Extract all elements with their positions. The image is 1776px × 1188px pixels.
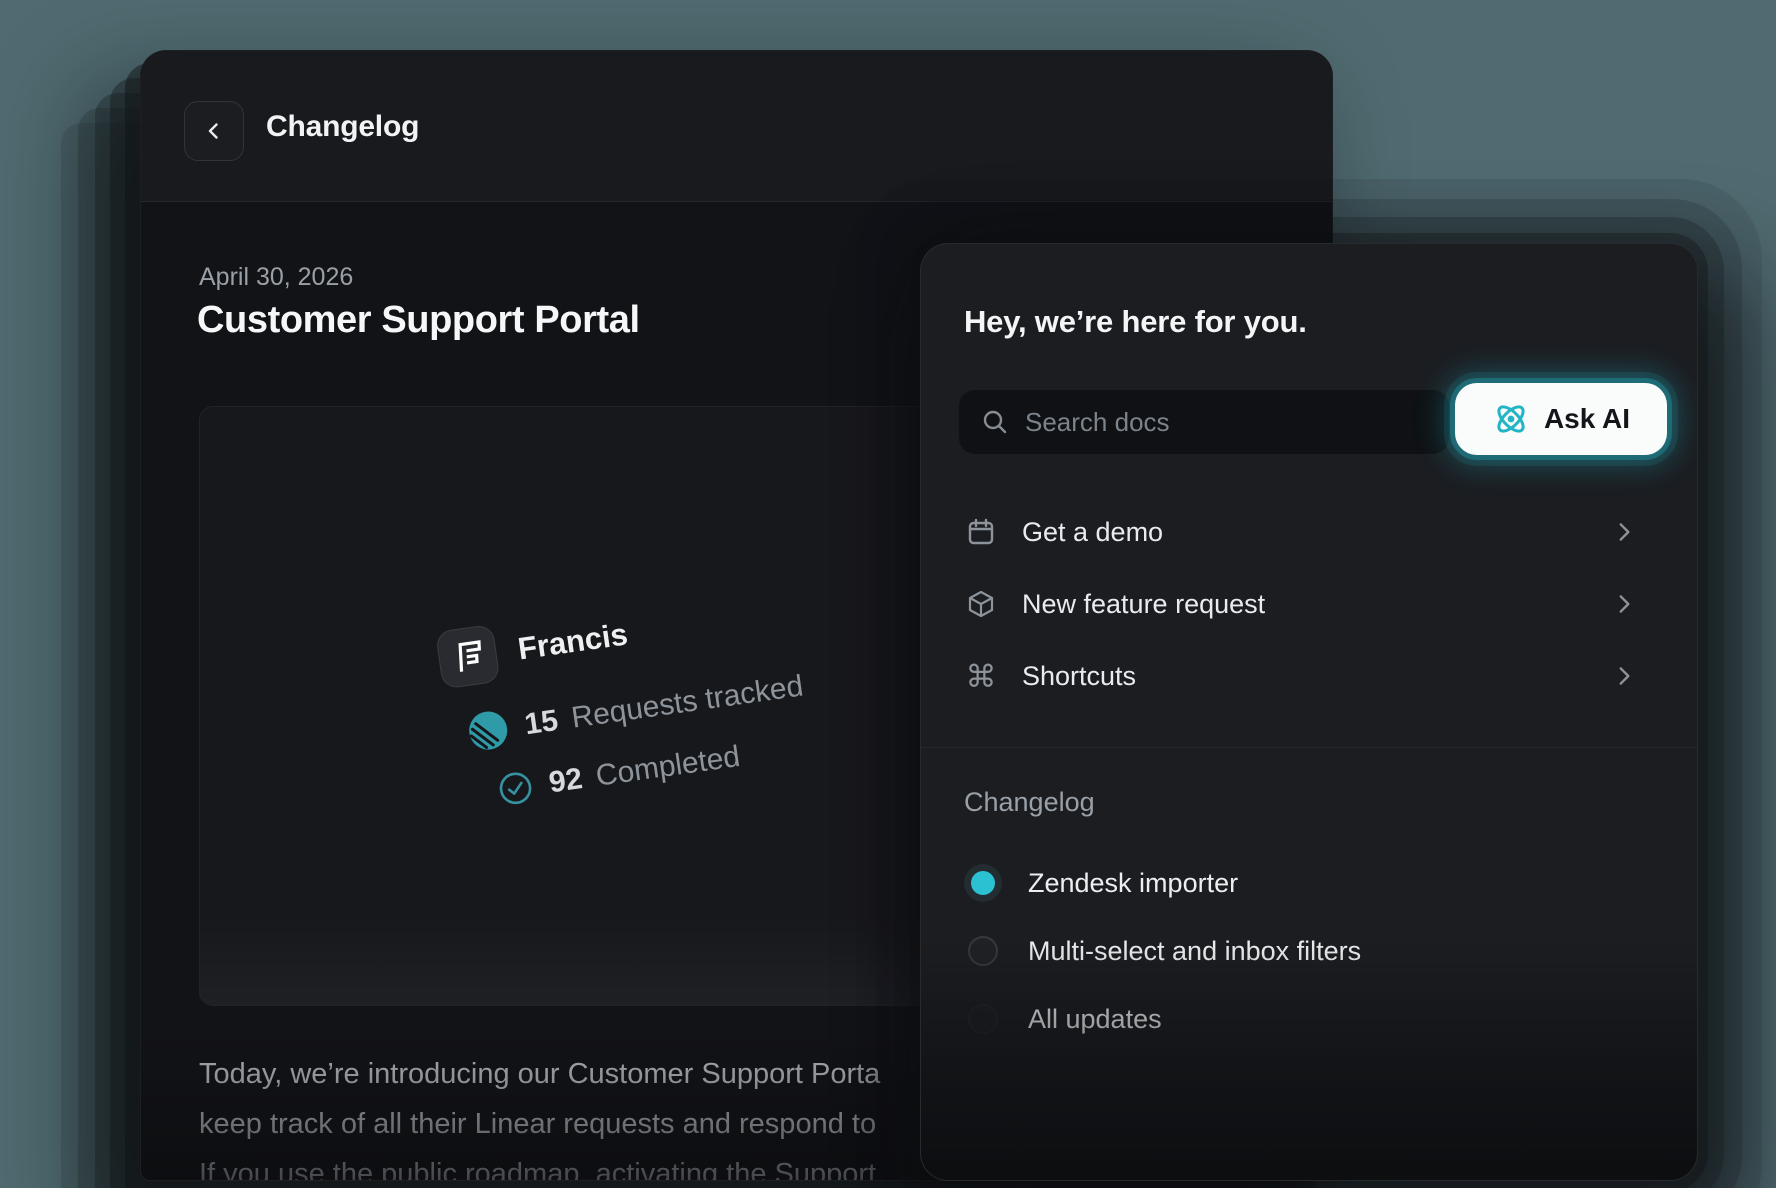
help-panel: Hey, we’re here for you. Ask AI <box>920 243 1698 1181</box>
entry-date: April 30, 2026 <box>199 263 353 292</box>
chevron-right-icon <box>1611 591 1637 617</box>
brand-name: Francis <box>516 616 630 667</box>
changelog-item-label: All updates <box>1028 1004 1162 1035</box>
search-icon <box>981 408 1009 436</box>
stat-value: 15 <box>523 704 561 742</box>
check-circle-icon <box>495 768 536 809</box>
francis-f-icon <box>435 624 501 690</box>
chevron-right-icon <box>1611 519 1637 545</box>
entry-title: Customer Support Portal <box>197 299 640 342</box>
help-panel-heading: Hey, we’re here for you. <box>964 304 1307 340</box>
page-background: Changelog April 30, 2026 Customer Suppor… <box>0 0 1776 1188</box>
menu-item-label: Get a demo <box>1022 517 1163 548</box>
body-line: Today, we’re introducing our Customer Su… <box>199 1049 880 1099</box>
changelog-section-title: Changelog <box>964 787 1095 818</box>
radio-selected-icon <box>964 864 1002 902</box>
entry-body-text: Today, we’re introducing our Customer Su… <box>199 1049 880 1181</box>
menu-item-new-feature-request[interactable]: New feature request <box>921 578 1697 630</box>
radio-unselected-icon <box>968 1004 998 1034</box>
search-box[interactable] <box>959 390 1449 454</box>
stat-value: 92 <box>547 762 585 800</box>
changelog-item-all-updates[interactable]: All updates <box>921 988 1697 1050</box>
card-tilted-group: Francis 15 Reques <box>435 582 814 814</box>
panel-divider <box>921 747 1697 748</box>
body-line: If you use the public roadmap, activatin… <box>199 1149 880 1181</box>
changelog-item-multi-select[interactable]: Multi-select and inbox filters <box>921 920 1697 982</box>
menu-item-get-a-demo[interactable]: Get a demo <box>921 506 1697 558</box>
chevron-right-icon <box>1611 663 1637 689</box>
ask-ai-button[interactable]: Ask AI <box>1455 383 1667 455</box>
linear-circle-icon <box>465 707 512 754</box>
atom-icon <box>1492 400 1530 438</box>
stat-label: Requests tracked <box>569 669 805 735</box>
chevron-left-icon <box>201 118 227 144</box>
menu-item-label: Shortcuts <box>1022 661 1136 692</box>
command-icon: ⌘ <box>964 661 998 692</box>
back-button[interactable] <box>184 101 244 161</box>
cube-icon <box>964 589 998 619</box>
search-input[interactable] <box>1025 407 1427 438</box>
help-menu: Get a demo New feature request <box>921 506 1697 722</box>
menu-item-label: New feature request <box>1022 589 1265 620</box>
ask-ai-label: Ask AI <box>1544 403 1630 435</box>
changelog-item-zendesk-importer[interactable]: Zendesk importer <box>921 852 1697 914</box>
changelog-item-label: Zendesk importer <box>1028 868 1238 899</box>
page-title: Changelog <box>266 51 419 202</box>
menu-item-shortcuts[interactable]: ⌘ Shortcuts <box>921 650 1697 702</box>
body-line: keep track of all their Linear requests … <box>199 1099 880 1149</box>
changelog-list: Zendesk importer Multi-select and inbox … <box>921 852 1697 1050</box>
stat-label: Completed <box>594 740 742 794</box>
radio-unselected-icon <box>968 936 998 966</box>
changelog-item-label: Multi-select and inbox filters <box>1028 936 1361 967</box>
calendar-icon <box>964 517 998 547</box>
